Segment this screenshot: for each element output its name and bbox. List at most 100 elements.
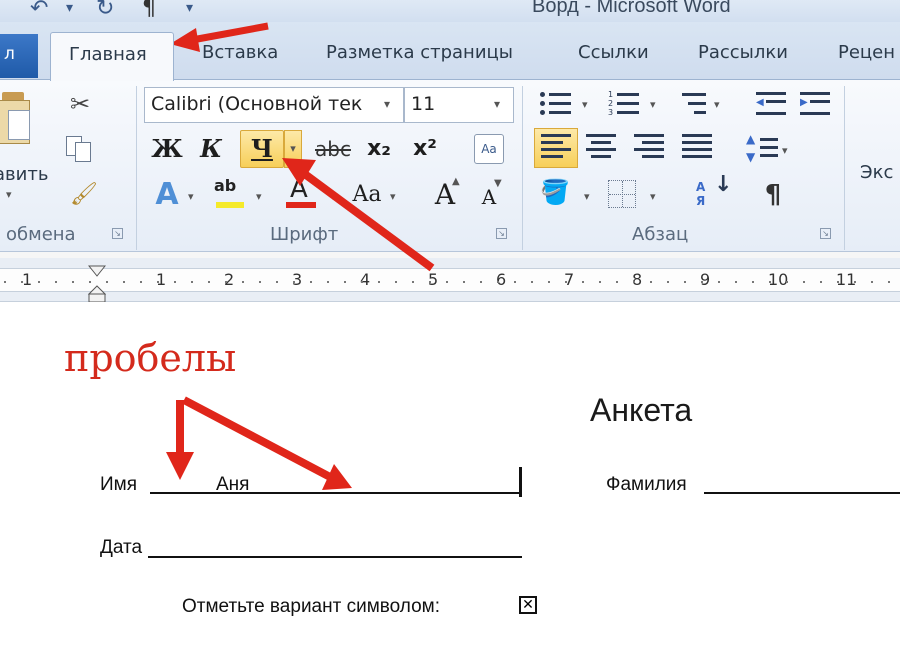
font-color-label: A	[290, 174, 308, 204]
ruler-tick	[21, 281, 23, 283]
ruler-number: 1	[22, 270, 33, 289]
ruler-tick	[786, 281, 788, 283]
underline-button[interactable]: Ч	[240, 130, 284, 168]
font-dialog-launcher-icon[interactable]: ↘	[496, 228, 507, 239]
shading-icon[interactable]: 🪣	[540, 178, 572, 210]
numbering-dropdown-icon[interactable]: ▾	[650, 98, 656, 111]
ruler-tick	[735, 281, 737, 283]
grow-font-arrow-icon: ▲	[452, 176, 460, 187]
change-case-dropdown-icon[interactable]: ▾	[390, 190, 396, 203]
highlight-dropdown-icon[interactable]: ▾	[256, 190, 262, 203]
repeat-icon[interactable]: ↻	[96, 0, 114, 21]
shading-dropdown-icon[interactable]: ▾	[584, 190, 590, 203]
tab-references[interactable]: Ссылки	[578, 42, 649, 63]
font-color-dropdown-icon[interactable]: ▾	[330, 190, 336, 203]
ruler-tick	[157, 281, 159, 283]
tab-review[interactable]: Рецен	[838, 42, 895, 63]
ruler-strip[interactable]	[0, 268, 900, 292]
quick-access-dropdown-icon[interactable]: ▾	[186, 0, 193, 16]
borders-dropdown-icon[interactable]: ▾	[650, 190, 656, 203]
paste-icon[interactable]	[0, 92, 34, 146]
tab-home[interactable]: Главная	[50, 32, 174, 81]
show-formatting-marks-button[interactable]: ¶	[756, 178, 790, 212]
pilcrow-quick-icon[interactable]: ¶	[142, 0, 156, 21]
ruler-tick	[276, 281, 278, 283]
format-painter-icon[interactable]: 🖌	[70, 182, 98, 207]
italic-button[interactable]: К	[194, 132, 228, 166]
bullets-dropdown-icon[interactable]: ▾	[582, 98, 588, 111]
text-effects-dropdown-icon[interactable]: ▾	[188, 190, 194, 203]
indent-marker-icon[interactable]	[87, 264, 107, 304]
decrease-indent-icon[interactable]: ◀	[756, 92, 788, 118]
bold-button[interactable]: Ж	[150, 132, 184, 166]
name-value[interactable]: Аня	[216, 474, 249, 496]
superscript-button[interactable]: x²	[408, 132, 442, 166]
tab-mailings[interactable]: Рассылки	[698, 42, 788, 63]
styles-partial-label[interactable]: Экс	[860, 162, 893, 183]
font-color-button[interactable]: A	[284, 174, 318, 212]
clipboard-dialog-launcher-icon[interactable]: ↘	[112, 228, 123, 239]
underline-dropdown-icon[interactable]: ▾	[284, 130, 302, 168]
surname-underline	[704, 492, 900, 494]
ruler-number: 8	[632, 270, 643, 289]
paragraph-dialog-launcher-icon[interactable]: ↘	[820, 228, 831, 239]
justify-button[interactable]	[682, 134, 714, 164]
font-name-box[interactable]: Calibri (Основной тек	[144, 87, 404, 123]
ruler-number: 7	[564, 270, 575, 289]
ruler-tick	[633, 281, 635, 283]
ruler-tick	[667, 281, 669, 283]
ruler-number: 5	[428, 270, 439, 289]
tab-insert[interactable]: Вставка	[202, 42, 278, 63]
cut-icon[interactable]: ✂	[70, 90, 90, 118]
borders-icon[interactable]	[608, 180, 636, 208]
numbering-icon[interactable]: 1 2 3	[608, 90, 642, 118]
ruler-tick	[616, 281, 618, 283]
font-size-dropdown-icon[interactable]: ▾	[494, 97, 500, 111]
checkbox-icon[interactable]: ✕	[519, 596, 537, 614]
sort-icon[interactable]: А Я ↓	[696, 174, 732, 212]
ruler-tick	[701, 281, 703, 283]
ruler-tick	[395, 281, 397, 283]
sort-label: А Я	[696, 180, 706, 208]
ruler-tick	[599, 281, 601, 283]
line-spacing-icon[interactable]: ▲ ▼	[746, 132, 780, 164]
font-name-dropdown-icon[interactable]: ▾	[384, 97, 390, 111]
ruler-tick	[259, 281, 261, 283]
line-spacing-dropdown-icon[interactable]: ▾	[782, 144, 788, 157]
ruler-tick	[497, 281, 499, 283]
ruler-tick	[412, 281, 414, 283]
bullets-icon[interactable]	[540, 90, 574, 118]
text-effects-button[interactable]: A	[150, 178, 184, 212]
paste-button-label[interactable]: авить	[0, 164, 48, 185]
copy-icon[interactable]	[66, 136, 94, 162]
text-cursor	[519, 467, 522, 497]
tab-page-layout[interactable]: Разметка страницы	[326, 42, 513, 63]
choice-instruction: Отметьте вариант символом:	[182, 596, 441, 617]
change-case-button[interactable]: Aa	[350, 178, 384, 212]
subscript-button[interactable]: x₂	[362, 132, 396, 166]
customize-quick-access-icon[interactable]: ▾	[66, 0, 73, 16]
align-center-button[interactable]	[586, 134, 618, 164]
multilevel-list-icon[interactable]	[676, 90, 710, 118]
strikethrough-button[interactable]: abc	[312, 132, 354, 166]
group-separator	[522, 86, 523, 250]
group-separator	[844, 86, 845, 250]
clipboard-group-label: обмена	[6, 224, 76, 245]
highlight-button[interactable]: ab	[212, 176, 248, 212]
align-right-button[interactable]	[634, 134, 666, 164]
ruler-tick	[327, 281, 329, 283]
paste-dropdown-icon[interactable]: ▾	[6, 188, 12, 201]
align-left-button[interactable]	[534, 128, 578, 168]
title-bar: ↶ ▾ ↻ ¶ ▾ Ворд - Microsoft Word	[0, 0, 900, 22]
increase-indent-icon[interactable]: ▶	[800, 92, 832, 118]
name-underline	[150, 492, 522, 494]
ruler-tick	[803, 281, 805, 283]
clear-formatting-icon[interactable]: Aa	[474, 134, 504, 164]
undo-icon[interactable]: ↶	[30, 0, 48, 21]
ruler-tick	[55, 281, 57, 283]
multilevel-list-dropdown-icon[interactable]: ▾	[714, 98, 720, 111]
ruler-tick	[684, 281, 686, 283]
ruler-number: 4	[360, 270, 371, 289]
tab-file[interactable]: л	[0, 34, 38, 78]
ruler-number: 3	[292, 270, 303, 289]
